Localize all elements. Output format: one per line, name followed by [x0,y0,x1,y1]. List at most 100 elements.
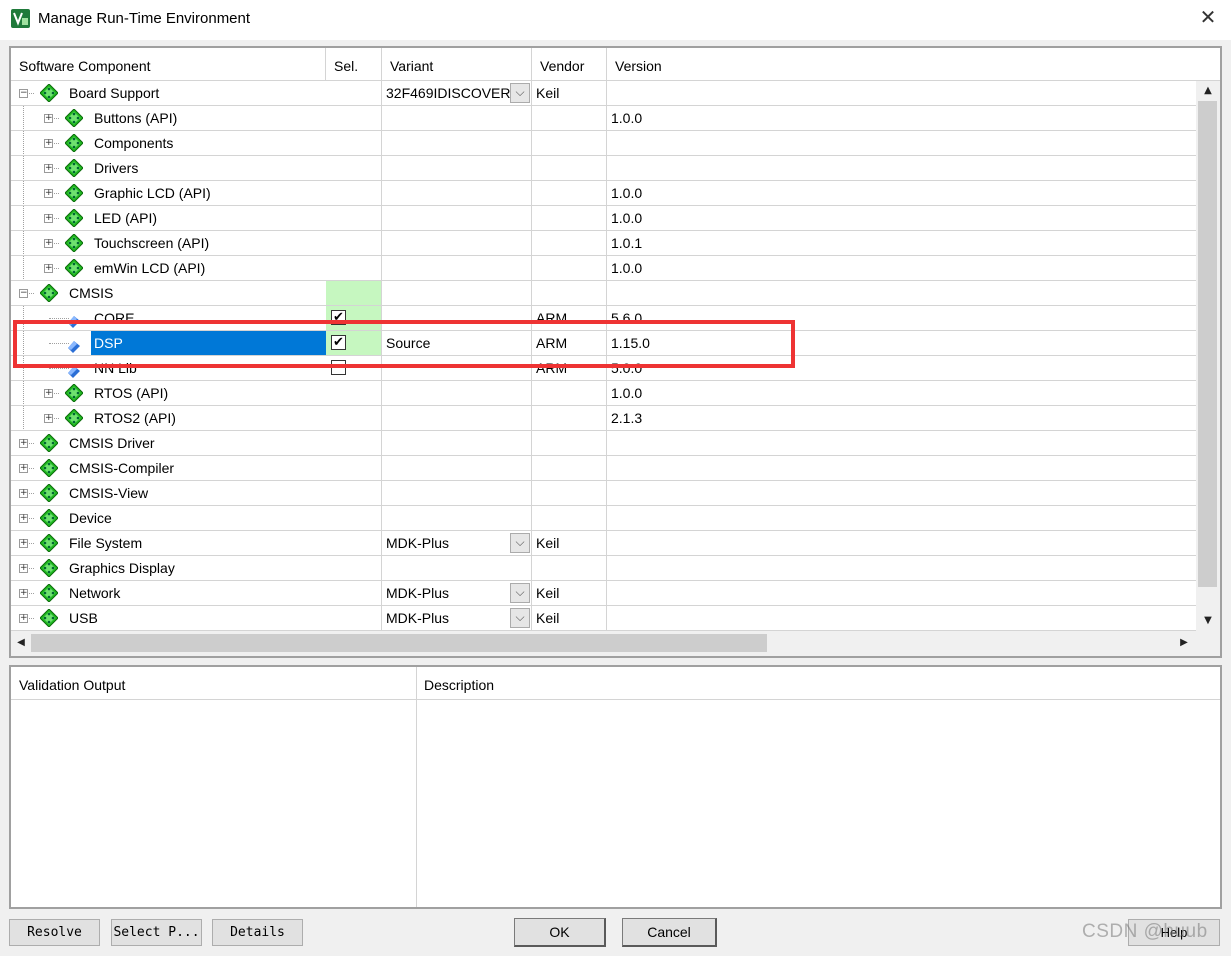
select-checkbox[interactable]: ✔ [331,335,346,350]
component-label[interactable]: Buttons (API) [94,106,177,130]
component-row[interactable]: + RTOS (API) 1.0.0 [11,381,1196,406]
component-label[interactable]: CMSIS [69,281,113,305]
collapse-icon[interactable]: − [19,89,28,98]
expand-icon[interactable]: + [44,264,53,273]
component-label[interactable]: CMSIS-Compiler [69,456,174,480]
column-header-variant[interactable]: Variant [382,48,532,81]
component-cell[interactable]: + Components [11,131,326,155]
expand-icon[interactable]: + [19,564,28,573]
details-button[interactable]: Details [212,919,303,946]
chevron-down-icon[interactable]: ⌵ [510,583,530,603]
column-header-sel[interactable]: Sel. [326,48,382,81]
expand-icon[interactable]: + [19,439,28,448]
component-cell[interactable]: − Board Support [11,81,326,105]
component-row[interactable]: CORE ✔ ARM 5.6.0 [11,306,1196,331]
component-cell[interactable]: + USB [11,606,326,630]
component-cell[interactable]: + File System [11,531,326,555]
expand-icon[interactable]: + [19,589,28,598]
expand-icon[interactable]: + [19,539,28,548]
component-cell[interactable]: + RTOS2 (API) [11,406,326,430]
component-row[interactable]: + Network MDK-Plus ⌵ Keil [11,581,1196,606]
horizontal-scrollbar[interactable]: ◀ ▶ [11,631,1196,656]
component-label[interactable]: File System [69,531,142,555]
expand-icon[interactable]: + [44,189,53,198]
component-row[interactable]: − Board Support 32F469IDISCOVERY ⌵ Keil [11,81,1196,106]
expand-icon[interactable]: + [44,164,53,173]
component-cell[interactable]: CORE [11,306,326,330]
component-label[interactable]: DSP [91,331,326,355]
component-label[interactable]: CORE [94,306,134,330]
variant-cell[interactable]: MDK-Plus ⌵ [382,606,532,630]
component-label[interactable]: NN Lib [94,356,137,380]
vertical-scroll-thumb[interactable] [1198,101,1217,587]
scroll-left-icon[interactable]: ◀ [11,633,31,653]
select-packs-button[interactable]: Select P... [111,919,202,946]
close-icon[interactable]: ✕ [1196,5,1220,31]
resolve-button[interactable]: Resolve [9,919,100,946]
expand-icon[interactable]: + [44,214,53,223]
variant-cell[interactable]: MDK-Plus ⌵ [382,581,532,605]
horizontal-scroll-thumb[interactable] [31,634,767,652]
cancel-button[interactable]: Cancel [622,918,717,947]
expand-icon[interactable]: + [19,614,28,623]
component-cell[interactable]: + CMSIS-Compiler [11,456,326,480]
column-header-vendor[interactable]: Vendor [532,48,607,81]
component-row[interactable]: + CMSIS-View [11,481,1196,506]
vertical-scrollbar[interactable]: ▲ ▼ [1196,81,1220,631]
component-row[interactable]: + Buttons (API) 1.0.0 [11,106,1196,131]
component-row[interactable]: + LED (API) 1.0.0 [11,206,1196,231]
component-row[interactable]: + USB MDK-Plus ⌵ Keil [11,606,1196,631]
chevron-down-icon[interactable]: ⌵ [510,608,530,628]
component-row[interactable]: + Components [11,131,1196,156]
component-row[interactable]: − CMSIS [11,281,1196,306]
component-label[interactable]: USB [69,606,98,630]
component-row[interactable]: + RTOS2 (API) 2.1.3 [11,406,1196,431]
component-row[interactable]: DSP ✔ Source ARM 1.15.0 [11,331,1196,356]
variant-cell[interactable]: MDK-Plus ⌵ [382,531,532,555]
component-row[interactable]: NN Lib ARM 5.0.0 [11,356,1196,381]
component-row[interactable]: + Graphics Display [11,556,1196,581]
component-label[interactable]: Graphic LCD (API) [94,181,211,205]
component-row[interactable]: + CMSIS-Compiler [11,456,1196,481]
component-row[interactable]: + Touchscreen (API) 1.0.1 [11,231,1196,256]
component-cell[interactable]: + Touchscreen (API) [11,231,326,255]
expand-icon[interactable]: + [44,114,53,123]
expand-icon[interactable]: + [19,514,28,523]
component-row[interactable]: + Drivers [11,156,1196,181]
component-label[interactable]: Components [94,131,173,155]
scroll-up-icon[interactable]: ▲ [1198,81,1218,101]
ok-button[interactable]: OK [514,918,606,947]
component-cell[interactable]: + Buttons (API) [11,106,326,130]
component-cell[interactable]: + Network [11,581,326,605]
component-label[interactable]: CMSIS-View [69,481,148,505]
component-label[interactable]: RTOS2 (API) [94,406,176,430]
select-checkbox[interactable]: ✔ [331,310,346,325]
component-cell[interactable]: + LED (API) [11,206,326,230]
chevron-down-icon[interactable]: ⌵ [510,533,530,553]
column-header-version[interactable]: Version [607,48,1220,81]
help-button[interactable]: Help [1128,919,1220,946]
component-row[interactable]: + CMSIS Driver [11,431,1196,456]
component-row[interactable]: + emWin LCD (API) 1.0.0 [11,256,1196,281]
expand-icon[interactable]: + [44,389,53,398]
component-cell[interactable]: + Graphic LCD (API) [11,181,326,205]
expand-icon[interactable]: + [44,139,53,148]
chevron-down-icon[interactable]: ⌵ [510,83,530,103]
component-label[interactable]: Network [69,581,120,605]
scroll-down-icon[interactable]: ▼ [1198,611,1218,631]
component-label[interactable]: emWin LCD (API) [94,256,205,280]
component-label[interactable]: Device [69,506,112,530]
component-label[interactable]: Touchscreen (API) [94,231,209,255]
component-cell[interactable]: + Device [11,506,326,530]
select-checkbox[interactable] [331,360,346,375]
expand-icon[interactable]: + [19,489,28,498]
component-cell[interactable]: − CMSIS [11,281,326,305]
component-label[interactable]: LED (API) [94,206,157,230]
component-cell[interactable]: + Drivers [11,156,326,180]
expand-icon[interactable]: + [44,239,53,248]
column-header-component[interactable]: Software Component [11,48,326,81]
component-cell[interactable]: + CMSIS Driver [11,431,326,455]
expand-icon[interactable]: + [44,414,53,423]
component-cell[interactable]: DSP [11,331,326,355]
collapse-icon[interactable]: − [19,289,28,298]
